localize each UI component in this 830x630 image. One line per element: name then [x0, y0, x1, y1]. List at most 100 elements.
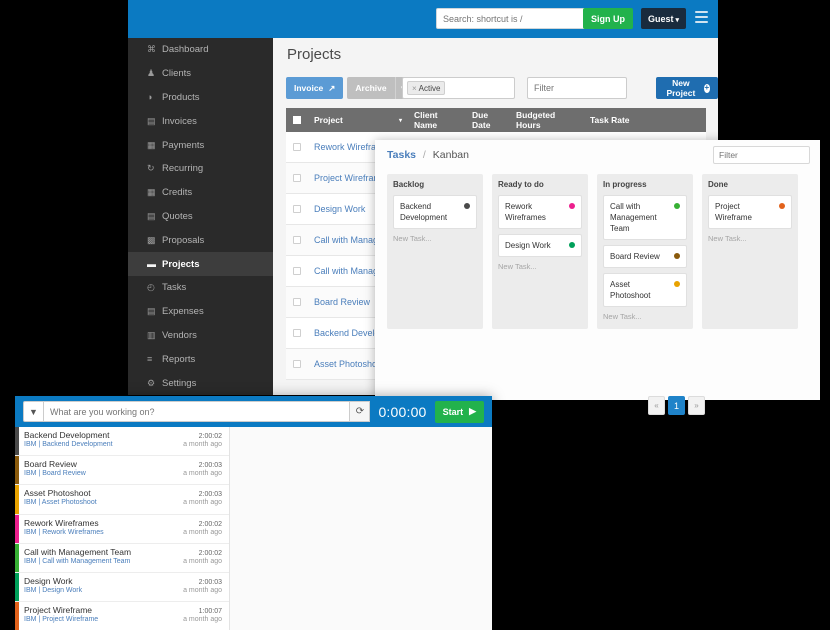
sidebar-item-settings[interactable]: ⚙ Settings — [128, 371, 273, 395]
search-input[interactable] — [436, 8, 588, 29]
kanban-card[interactable]: Design Work — [498, 234, 582, 257]
entry-timestamp: a month ago — [183, 499, 222, 507]
entry-timestamp: a month ago — [183, 616, 222, 624]
sidebar-item-expenses[interactable]: ▤ Expenses — [128, 300, 273, 324]
entry-separator: | — [38, 586, 41, 594]
sidebar-item-credits[interactable]: ▦ Credits — [128, 181, 273, 205]
status-tag-active[interactable]: × Active — [407, 81, 446, 95]
column-header-task-rate[interactable]: Task Rate — [584, 108, 636, 132]
kanban-card[interactable]: Call with Management Team — [603, 195, 687, 240]
list-item[interactable]: Call with Management Team 2:00:02 IBM | Ca… — [15, 543, 229, 573]
new-task-link[interactable]: New Task... — [603, 312, 687, 321]
row-checkbox[interactable] — [286, 143, 308, 151]
project-name-link[interactable]: Asset Photoshoot — [308, 359, 385, 369]
invoice-button[interactable]: Invoice ↗ — [286, 77, 344, 99]
project-name-link[interactable]: Board Review — [308, 297, 370, 307]
task-color-dot-icon — [674, 253, 680, 259]
new-project-label: New Project — [666, 78, 696, 98]
column-header-client-name[interactable]: Client Name — [408, 108, 466, 132]
start-timer-button[interactable]: Start ▶ — [434, 400, 484, 423]
archive-button[interactable]: Archive — [347, 77, 395, 99]
entry-project: Board Review — [42, 470, 86, 478]
entry-client-project[interactable]: IBM | Asset Photoshoot — [24, 499, 97, 506]
list-item[interactable]: Design Work 2:00:03 IBM | Design Work a mon… — [15, 572, 229, 603]
row-checkbox[interactable] — [286, 360, 308, 368]
entry-timestamp: a month ago — [183, 586, 222, 594]
kanban-card[interactable]: Board Review — [603, 245, 687, 268]
entry-separator: | — [38, 616, 41, 624]
row-checkbox[interactable] — [286, 205, 308, 213]
filter-funnel-icon[interactable]: ▼ — [23, 401, 44, 422]
status-filter-tagbox[interactable]: × Active — [402, 77, 515, 99]
row-checkbox[interactable] — [286, 174, 308, 182]
column-header-due-date[interactable]: Due Date — [466, 108, 510, 132]
list-item[interactable]: Board Review 2:00:03 IBM | Board Review a m… — [15, 456, 229, 486]
entry-client-project[interactable]: IBM | Board Review — [24, 470, 86, 477]
kanban-card[interactable]: Asset Photoshoot — [603, 273, 687, 307]
pagination-next-button[interactable]: » — [688, 396, 705, 415]
external-link-icon: ↗ — [328, 82, 336, 93]
kanban-card[interactable]: Project Wireframe — [708, 195, 792, 229]
refresh-icon[interactable]: ⟳ — [350, 401, 371, 422]
list-item[interactable]: Rework Wireframes 2:00:02 IBM | Rework Wir… — [15, 514, 229, 544]
sidebar-item-vendors[interactable]: ▥ Vendors — [128, 324, 273, 348]
column-header-project-label: Project — [314, 115, 343, 125]
entry-client-project[interactable]: IBM | Backend Development — [24, 441, 113, 448]
sidebar-item-payments[interactable]: ▦ Payments — [128, 133, 273, 157]
hamburger-menu-icon[interactable] — [695, 11, 708, 25]
sidebar-item-recurring[interactable]: ↻ Recurring — [128, 157, 273, 181]
entry-separator: | — [38, 528, 41, 536]
entry-client-project[interactable]: IBM | Rework Wireframes — [24, 529, 104, 536]
list-item[interactable]: Project Wireframe 1:00:07 IBM | Project Wi… — [15, 602, 229, 630]
row-checkbox[interactable] — [286, 329, 308, 337]
sidebar-item-clients[interactable]: ♟ Clients — [128, 62, 273, 86]
entry-client: IBM — [24, 557, 37, 565]
entry-client: IBM — [24, 586, 37, 594]
timer-description-input[interactable] — [44, 401, 351, 422]
remove-tag-icon[interactable]: × — [412, 84, 417, 93]
sidebar-item-invoices[interactable]: ▤ Invoices — [128, 109, 273, 133]
column-header-project[interactable]: Project ▾ — [308, 108, 408, 132]
projects-table-header: Project ▾ Client Name Due Date Budgeted … — [286, 108, 706, 132]
entry-client-project[interactable]: IBM | Project Wireframe — [24, 616, 98, 623]
kanban-column: Backlog Backend Development New Task... — [387, 174, 483, 329]
new-task-link[interactable]: New Task... — [498, 262, 582, 271]
reports-icon: ≡ — [147, 354, 153, 365]
kanban-card[interactable]: Rework Wireframes — [498, 195, 582, 229]
list-item[interactable]: Asset Photoshoot 2:00:03 IBM | Asset Photo… — [15, 485, 229, 515]
sidebar-item-dashboard[interactable]: ⌘ Dashboard — [128, 38, 273, 62]
kanban-card[interactable]: Backend Development — [393, 195, 477, 229]
sidebar-item-label: Invoices — [162, 115, 197, 127]
column-header-budgeted-hours[interactable]: Budgeted Hours — [510, 108, 584, 132]
sign-up-button[interactable]: Sign Up — [583, 8, 633, 29]
pagination-prev-button[interactable]: « — [648, 396, 665, 415]
project-name-link[interactable]: Design Work — [308, 204, 365, 214]
sidebar-item-label: Vendors — [162, 329, 197, 341]
sidebar-item-products[interactable]: ◑ Products — [128, 86, 273, 110]
sidebar-item-quotes[interactable]: ▤ Quotes — [128, 205, 273, 229]
entry-title: Project Wireframe — [24, 605, 93, 616]
sidebar-item-reports[interactable]: ≡ Reports — [128, 347, 273, 371]
entry-client-project[interactable]: IBM | Design Work — [24, 587, 82, 594]
select-all-checkbox[interactable] — [286, 108, 308, 132]
pagination-page-1[interactable]: 1 — [668, 396, 685, 415]
new-task-link[interactable]: New Task... — [708, 234, 792, 243]
breadcrumb-tasks-link[interactable]: Tasks — [387, 149, 416, 161]
quotes-icon: ▤ — [147, 210, 156, 221]
play-icon: ▶ — [469, 406, 476, 416]
kanban-filter-input[interactable] — [713, 146, 810, 164]
task-color-dot-icon — [569, 242, 575, 248]
row-checkbox[interactable] — [286, 267, 308, 275]
row-checkbox[interactable] — [286, 236, 308, 244]
guest-menu-button[interactable]: Guest ▾ — [640, 8, 686, 29]
new-task-link[interactable]: New Task... — [393, 234, 477, 243]
sidebar-item-projects[interactable]: ▬ Projects — [128, 252, 273, 276]
entry-client-project[interactable]: IBM | Call with Management Team — [24, 558, 130, 565]
sidebar-item-tasks[interactable]: ◴ Tasks — [128, 276, 273, 300]
sidebar-item-proposals[interactable]: ▩ Proposals — [128, 228, 273, 252]
new-project-button[interactable]: New Project + — [656, 77, 718, 99]
list-item[interactable]: Backend Development 2:00:02 IBM | Backend … — [15, 427, 229, 457]
projects-filter-input[interactable] — [527, 77, 627, 99]
invoices-icon: ▤ — [147, 115, 156, 126]
row-checkbox[interactable] — [286, 298, 308, 306]
